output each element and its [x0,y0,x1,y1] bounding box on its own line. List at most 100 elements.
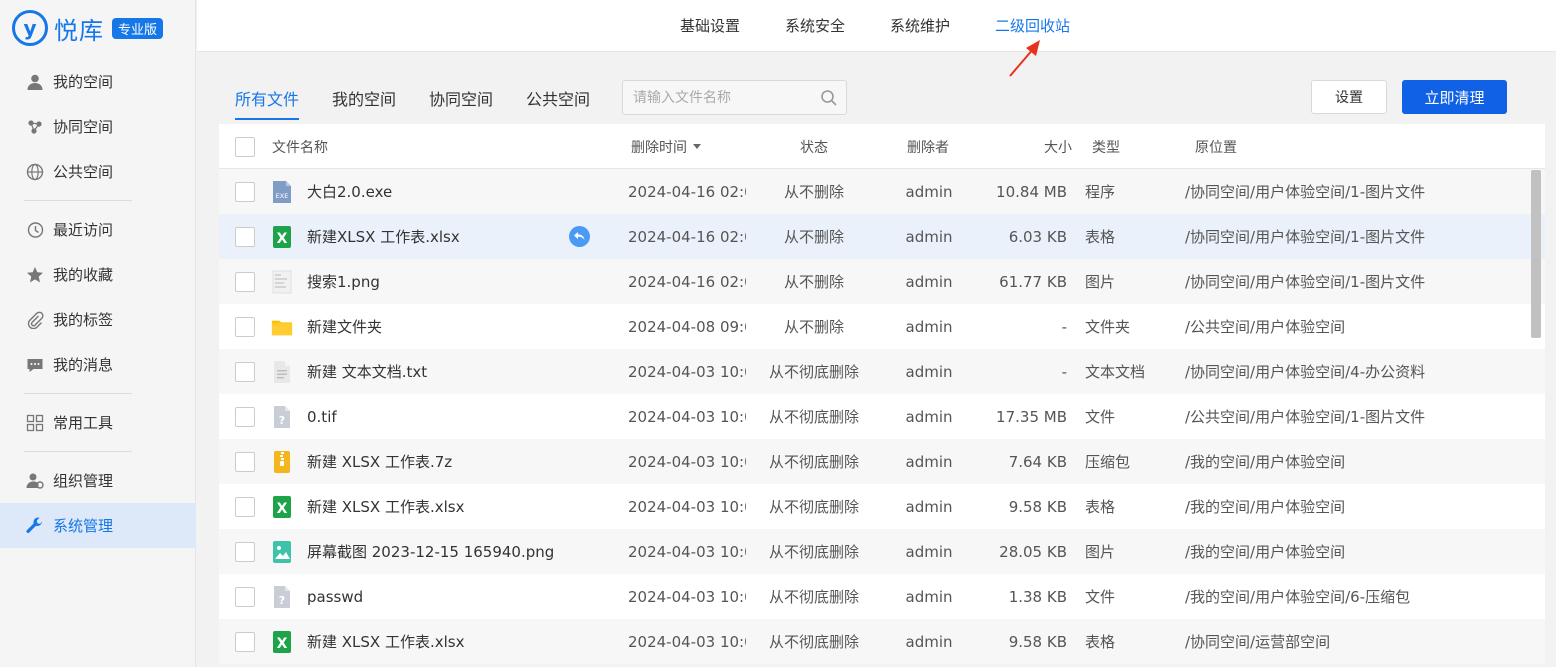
file-size: 9.58 KB [1008,632,1067,651]
sidebar-item[interactable]: 常用工具 [0,400,196,445]
space-tab[interactable]: 协同空间 [429,86,493,120]
space-tab[interactable]: 公共空间 [526,86,590,120]
sidebar-item-label: 我的消息 [53,356,114,374]
row-checkbox[interactable] [235,214,255,259]
txt-icon [271,349,293,394]
sidebar-item[interactable]: 协同空间 [0,104,196,149]
clear-now-button[interactable]: 立即清理 [1402,80,1507,114]
file-type: 文本文档 [1085,363,1146,381]
file-type: 程序 [1085,183,1116,201]
sidebar-item[interactable]: 我的空间 [0,59,196,104]
sidebar-item[interactable]: 我的标签 [0,297,196,342]
logo-mark-icon: y [12,10,48,46]
top-tab[interactable]: 系统维护 [890,0,950,52]
svg-text:?: ? [279,414,285,427]
delete-time: 2024-04-16 02:0… [628,272,746,291]
image-icon [271,529,293,574]
file-name[interactable]: 0.tif [307,394,337,439]
sidebar-item[interactable]: 系统管理 [0,503,196,548]
delete-time: 2024-04-16 02:0… [628,227,746,246]
file-name[interactable]: 新建 XLSX 工作表.xlsx [307,484,464,529]
sidebar-item[interactable]: 最近访问 [0,207,196,252]
table-row[interactable]: X 新建 XLSX 工作表.xlsx 2024-04-03 10:0… 从不彻底删除 a… [219,619,1545,664]
row-checkbox[interactable] [235,574,255,619]
row-checkbox[interactable] [235,484,255,529]
table-row[interactable]: 新建文件夹 2024-04-08 09:0… 从不删除 admin -文件夹/公共空间/… [219,304,1545,349]
file-name[interactable]: passwd [307,574,363,619]
svg-text:EXE: EXE [276,192,289,200]
sidebar-item[interactable]: 我的收藏 [0,252,196,297]
row-checkbox[interactable] [235,349,255,394]
search-icon[interactable] [820,89,838,107]
deleter-name: admin [905,632,953,651]
row-checkbox[interactable] [235,259,255,304]
svg-text:X: X [277,501,288,517]
table-row[interactable]: X 新建 XLSX 工作表.xlsx 2024-04-03 10:0… 从不彻底删除 a… [219,484,1545,529]
sidebar-item-label: 最近访问 [53,221,114,239]
brand-name: 悦库 [54,16,104,45]
svg-text:?: ? [279,594,285,607]
status-text: 从不删除 [783,318,844,336]
delete-time: 2024-04-03 10:0… [628,632,746,651]
select-all-checkbox[interactable] [235,124,255,169]
original-location: /协同空间/用户体验空间/1-图片文件 [1185,228,1426,246]
file-name[interactable]: 新建 XLSX 工作表.xlsx [307,619,464,664]
table-row[interactable]: ? 0.tif 2024-04-03 10:0… 从不彻底删除 admin 17.35 M… [219,394,1545,439]
header-delete-time[interactable]: 删除时间 [631,124,701,169]
search-input[interactable] [623,89,813,106]
table-row[interactable]: 新建 文本文档.txt 2024-04-03 10:0… 从不彻底删除 admin -文… [219,349,1545,394]
header-name: 文件名称 [272,139,328,156]
row-checkbox[interactable] [235,304,255,349]
table-row[interactable]: ? passwd 2024-04-03 10:0… 从不彻底删除 admin 1.38 K… [219,574,1545,619]
original-location: /我的空间/用户体验空间 [1185,498,1346,516]
grid-icon [25,413,45,433]
sort-down-icon[interactable] [693,144,701,149]
file-name[interactable]: 屏幕截图 2023-12-15 165940.png [307,529,554,574]
space-tabs: 所有文件 我的空间 协同空间 公共空间 [235,86,623,120]
table-row[interactable]: 搜索1.png 2024-04-16 02:0… 从不删除 admin 61.77 KB… [219,259,1545,304]
table-scrollbar[interactable] [1531,170,1541,338]
file-size: 17.35 MB [996,407,1067,426]
file-name[interactable]: 新建文件夹 [307,304,382,349]
message-icon [25,355,45,375]
sidebar-item[interactable]: 组织管理 [0,458,196,503]
row-checkbox[interactable] [235,439,255,484]
file-name[interactable]: 新建 文本文档.txt [307,349,427,394]
original-location: /协同空间/用户体验空间/4-办公资料 [1185,363,1426,381]
file-name[interactable]: 新建 XLSX 工作表.7z [307,439,452,484]
table-row[interactable]: 新建 XLSX 工作表.7z 2024-04-03 10:0… 从不彻底删除 admi… [219,439,1545,484]
sidebar-item[interactable]: 我的消息 [0,342,196,387]
table-row[interactable]: X 新建XLSX 工作表.xlsx 2024-04-16 02:0… 从不删除 admi… [219,214,1545,259]
row-checkbox[interactable] [235,169,255,214]
row-checkbox[interactable] [235,529,255,574]
status-text: 从不彻底删除 [768,453,859,471]
file-size: 61.77 KB [999,272,1067,291]
top-tab[interactable]: 基础设置 [680,0,740,52]
excel-icon: X [271,484,293,529]
deleter-name: admin [905,497,953,516]
search-box[interactable] [622,80,847,115]
file-type: 文件 [1085,408,1116,426]
space-tab[interactable]: 所有文件 [235,86,300,120]
file-name[interactable]: 大白2.0.exe [307,169,392,214]
settings-button[interactable]: 设置 [1311,80,1387,114]
original-location: /公共空间/用户体验空间/1-图片文件 [1185,408,1426,426]
table-row[interactable]: EXE 大白2.0.exe 2024-04-16 02:0… 从不删除 admin 10.… [219,169,1545,214]
file-name[interactable]: 新建XLSX 工作表.xlsx [307,214,460,259]
brand-logo[interactable]: y 悦库 专业版 [12,10,164,46]
original-location: /协同空间/用户体验空间/1-图片文件 [1185,273,1426,291]
folder-icon [271,304,293,349]
sidebar-item-label: 公共空间 [53,163,114,181]
sidebar: y 悦库 专业版 我的空间 协同空间公共空间最近访问我的收藏 我的标签我的消息常用工… [0,0,196,667]
row-checkbox[interactable] [235,619,255,664]
sidebar-item[interactable]: 公共空间 [0,149,196,194]
space-tab[interactable]: 我的空间 [332,86,396,120]
table-row[interactable]: 屏幕截图 2023-12-15 165940.png 2024-04-03 10:… [219,529,1545,574]
restore-icon[interactable] [569,214,591,259]
original-location: /我的空间/用户体验空间 [1185,543,1346,561]
file-name[interactable]: 搜索1.png [307,259,380,304]
top-tab[interactable]: 系统安全 [785,0,845,52]
row-checkbox[interactable] [235,394,255,439]
file-size: 28.05 KB [999,542,1067,561]
file-type: 图片 [1085,273,1116,291]
